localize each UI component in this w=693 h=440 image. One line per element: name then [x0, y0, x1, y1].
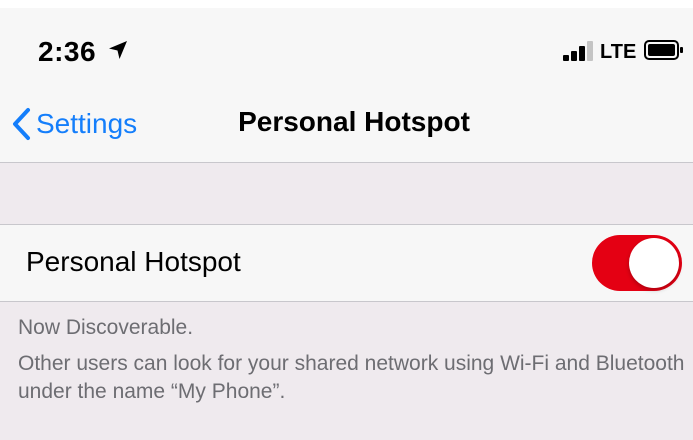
hotspot-description: Other users can look for your shared net… — [18, 352, 685, 403]
status-bar: 2:36 LTE — [0, 8, 693, 88]
battery-icon — [644, 40, 683, 60]
discoverable-status: Now Discoverable. — [18, 316, 194, 339]
navigation-bar: Settings Personal Hotspot — [0, 88, 693, 162]
personal-hotspot-toggle[interactable] — [592, 235, 682, 291]
toggle-knob — [629, 238, 679, 288]
status-time: 2:36 — [38, 36, 97, 67]
screen: 2:36 LTE Settings Personal Hotspot Perso… — [0, 0, 693, 440]
location-arrow-icon — [109, 41, 127, 59]
carrier-label: LTE — [600, 41, 637, 63]
personal-hotspot-label: Personal Hotspot — [26, 246, 241, 277]
personal-hotspot-row: Personal Hotspot — [0, 224, 693, 302]
page-title: Personal Hotspot — [238, 106, 470, 137]
header: 2:36 LTE Settings Personal Hotspot — [0, 8, 693, 163]
signal-icon — [563, 41, 593, 61]
top-edge — [0, 0, 693, 8]
